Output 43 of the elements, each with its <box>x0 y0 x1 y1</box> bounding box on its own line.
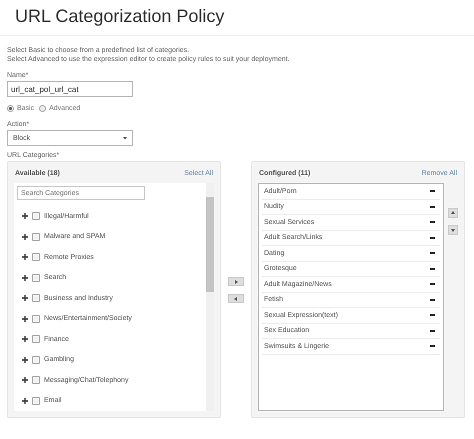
move-left-button[interactable] <box>228 294 244 303</box>
checkbox[interactable] <box>32 212 40 220</box>
plus-icon[interactable] <box>22 295 28 302</box>
plus-icon[interactable] <box>22 213 28 220</box>
plus-icon[interactable] <box>22 398 28 404</box>
page-title: URL Categorization Policy <box>0 0 474 36</box>
checkbox[interactable] <box>32 376 40 384</box>
left-arrow-icon <box>234 296 238 300</box>
move-down-button[interactable] <box>448 225 458 235</box>
move-up-button[interactable] <box>448 208 458 218</box>
minus-icon[interactable] <box>430 283 435 286</box>
minus-icon[interactable] <box>430 268 435 270</box>
plus-icon[interactable] <box>22 316 28 322</box>
up-arrow-icon <box>451 211 455 215</box>
plus-icon[interactable] <box>22 274 28 281</box>
minus-icon[interactable] <box>430 298 435 301</box>
caret-icon <box>123 136 127 140</box>
minus-icon[interactable] <box>430 206 435 208</box>
minus-icon[interactable] <box>430 221 435 224</box>
checkbox[interactable] <box>32 314 40 323</box>
minus-icon[interactable] <box>430 252 435 254</box>
checkbox[interactable] <box>32 356 40 364</box>
checkbox[interactable] <box>32 294 40 302</box>
plus-icon[interactable] <box>22 234 28 240</box>
checkbox[interactable] <box>32 396 40 405</box>
checkbox[interactable] <box>32 274 40 282</box>
plus-icon[interactable] <box>22 356 28 363</box>
checkbox[interactable] <box>32 253 40 262</box>
plus-icon[interactable] <box>22 336 28 342</box>
checkbox[interactable] <box>32 335 40 344</box>
scrollbar[interactable] <box>206 183 214 411</box>
minus-icon[interactable] <box>430 314 435 316</box>
minus-icon[interactable] <box>430 345 435 348</box>
minus-icon[interactable] <box>430 330 435 332</box>
down-arrow-icon <box>451 228 455 232</box>
plus-icon[interactable] <box>22 254 28 260</box>
right-arrow-icon <box>234 280 238 284</box>
checkbox[interactable] <box>32 232 40 241</box>
plus-icon[interactable] <box>22 377 28 384</box>
minus-icon[interactable] <box>430 190 435 192</box>
move-right-button[interactable] <box>228 277 244 286</box>
name-input[interactable]: url_cat_pol_url_cat <box>7 81 133 97</box>
minus-icon[interactable] <box>430 236 435 239</box>
